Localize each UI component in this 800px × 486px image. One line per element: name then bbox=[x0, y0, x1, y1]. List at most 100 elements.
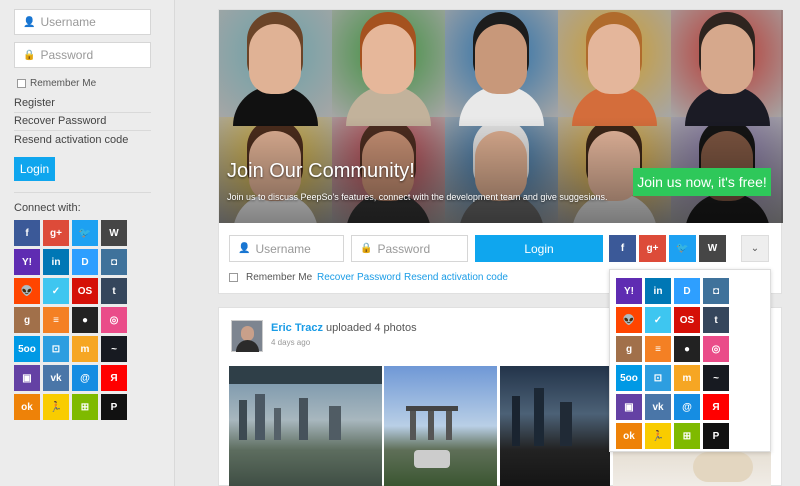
steam-icon: ~ bbox=[713, 372, 719, 384]
dropdown-foursquare-button[interactable]: ⊡ bbox=[645, 365, 671, 391]
dropdown-odnoklassniki-button[interactable]: ok bbox=[616, 423, 642, 449]
post-author-link[interactable]: Eric Tracz bbox=[271, 322, 323, 334]
sidebar-twitch-button[interactable]: ▣ bbox=[14, 365, 40, 391]
lock-icon: 🔒 bbox=[360, 243, 373, 254]
sidebar-github-button[interactable]: ● bbox=[72, 307, 98, 333]
sidebar-instagram-button[interactable]: ◘ bbox=[101, 249, 127, 275]
dropdown-runkeeper-button[interactable]: 🏃 bbox=[645, 423, 671, 449]
twitch-icon: ▣ bbox=[22, 372, 32, 384]
avatar[interactable] bbox=[231, 320, 263, 352]
dropdown-goodreads-button[interactable]: g bbox=[616, 336, 642, 362]
dropdown-linkedin-button[interactable]: in bbox=[645, 278, 671, 304]
sidebar-tumblr-button[interactable]: t bbox=[101, 278, 127, 304]
vk-icon: vk bbox=[652, 401, 664, 413]
post-photo-2[interactable] bbox=[384, 366, 497, 486]
dropdown-twitch-button[interactable]: ▣ bbox=[616, 394, 642, 420]
hero-portrait-tile bbox=[671, 10, 783, 126]
dropdown-yahoo-button[interactable]: Y! bbox=[616, 278, 642, 304]
steam-icon: ~ bbox=[111, 343, 117, 355]
sidebar-500px-button[interactable]: 5oo bbox=[14, 336, 40, 362]
bar-wordpress-button[interactable]: W bbox=[699, 235, 726, 262]
stackoverflow-icon: ≡ bbox=[655, 343, 661, 355]
dropdown-lastfm-button[interactable]: OS bbox=[674, 307, 700, 333]
sidebar-windows-button[interactable]: ⊞ bbox=[72, 394, 98, 420]
dropdown-steam-button[interactable]: ~ bbox=[703, 365, 729, 391]
sidebar-reddit-button[interactable]: 👽 bbox=[14, 278, 40, 304]
sidebar-linkedin-button[interactable]: in bbox=[43, 249, 69, 275]
dropdown-meetup-button[interactable]: m bbox=[674, 365, 700, 391]
dribbble-icon: ◎ bbox=[109, 314, 119, 326]
main-remember-checkbox[interactable] bbox=[229, 273, 238, 282]
main-login-button[interactable]: Login bbox=[475, 235, 603, 262]
sidebar-lastfm-button[interactable]: OS bbox=[72, 278, 98, 304]
resend-activation-link[interactable]: Resend activation code bbox=[14, 134, 151, 149]
dropdown-windows-button[interactable]: ⊞ bbox=[674, 423, 700, 449]
yahoo-icon: Y! bbox=[624, 285, 634, 297]
sidebar-login-button[interactable]: Login bbox=[14, 157, 55, 181]
more-social-button[interactable]: ⌄ bbox=[741, 235, 769, 262]
sidebar-dribbble-button[interactable]: ◎ bbox=[101, 307, 127, 333]
sidebar-facebook-button[interactable]: f bbox=[14, 220, 40, 246]
sidebar-googleplus-button[interactable]: g+ bbox=[43, 220, 69, 246]
dropdown-tumblr-button[interactable]: t bbox=[703, 307, 729, 333]
yandex-icon: Я bbox=[110, 372, 118, 384]
sidebar-runkeeper-button[interactable]: 🏃 bbox=[43, 394, 69, 420]
main-username-input[interactable]: 👤 Username bbox=[229, 235, 344, 262]
dropdown-paypal-button[interactable]: P bbox=[703, 423, 729, 449]
post-photo-3[interactable] bbox=[500, 366, 610, 486]
dropdown-dribbble-button[interactable]: ◎ bbox=[703, 336, 729, 362]
main-resend-activation-link[interactable]: Resend activation code bbox=[404, 272, 508, 283]
password-placeholder: Password bbox=[40, 48, 94, 62]
sidebar-username-input[interactable]: 👤 Username bbox=[14, 9, 151, 35]
sidebar-meetup-button[interactable]: m bbox=[72, 336, 98, 362]
sidebar-wordpress-button[interactable]: W bbox=[101, 220, 127, 246]
post-timestamp[interactable]: 4 days ago bbox=[271, 338, 310, 347]
sidebar-odnoklassniki-button[interactable]: ok bbox=[14, 394, 40, 420]
lock-icon: 🔒 bbox=[23, 49, 36, 61]
sidebar-steam-button[interactable]: ~ bbox=[101, 336, 127, 362]
sidebar-goodreads-button[interactable]: g bbox=[14, 307, 40, 333]
sidebar-paypal-button[interactable]: P bbox=[101, 394, 127, 420]
hero-portrait-tile bbox=[332, 10, 445, 126]
dropdown-500px-button[interactable]: 5oo bbox=[616, 365, 642, 391]
sidebar-yandex-button[interactable]: Я bbox=[101, 365, 127, 391]
recover-password-link[interactable]: Recover Password bbox=[14, 115, 151, 131]
register-link[interactable]: Register bbox=[14, 97, 151, 113]
dropdown-delicious-button[interactable]: ✓ bbox=[645, 307, 671, 333]
post-photo-1[interactable] bbox=[229, 366, 382, 486]
sidebar-social-grid: f g+ 🐦 W Y! in D ◘ 👽 ✓ OS t g ≡ ● ◎ 5oo ⊡ m ~ ▣ vk @ Яok 🏃 ⊞ P bbox=[14, 220, 127, 420]
sidebar-password-input[interactable]: 🔒 Password bbox=[14, 42, 151, 68]
dropdown-instagram-button[interactable]: ◘ bbox=[703, 278, 729, 304]
github-icon: ● bbox=[81, 314, 89, 326]
sidebar-disqus-button[interactable]: D bbox=[72, 249, 98, 275]
main-password-input[interactable]: 🔒 Password bbox=[351, 235, 468, 262]
post-header: Eric Tracz uploaded 4 photos bbox=[271, 322, 417, 334]
bar-facebook-button[interactable]: f bbox=[609, 235, 636, 262]
dropdown-vk-button[interactable]: vk bbox=[645, 394, 671, 420]
sidebar-stackoverflow-button[interactable]: ≡ bbox=[43, 307, 69, 333]
sidebar-delicious-button[interactable]: ✓ bbox=[43, 278, 69, 304]
sidebar-mailru-button[interactable]: @ bbox=[72, 365, 98, 391]
dropdown-github-button[interactable]: ● bbox=[674, 336, 700, 362]
main-recover-password-link[interactable]: Recover Password bbox=[317, 272, 401, 283]
sidebar-yahoo-button[interactable]: Y! bbox=[14, 249, 40, 275]
bar-googleplus-button[interactable]: g+ bbox=[639, 235, 666, 262]
chevron-down-icon: ⌄ bbox=[750, 243, 760, 254]
dribbble-icon: ◎ bbox=[711, 343, 721, 355]
facebook-icon: f bbox=[25, 227, 29, 239]
hero-portrait-tile bbox=[558, 10, 671, 126]
post-action-text: uploaded 4 photos bbox=[326, 322, 417, 334]
join-now-button[interactable]: Join us now, it's free! bbox=[633, 168, 771, 196]
dropdown-mailru-button[interactable]: @ bbox=[674, 394, 700, 420]
community-panel: Join Our Community! Join us to discuss P… bbox=[218, 9, 783, 294]
sidebar-twitter-button[interactable]: 🐦 bbox=[72, 220, 98, 246]
dropdown-disqus-button[interactable]: D bbox=[674, 278, 700, 304]
sidebar-foursquare-button[interactable]: ⊡ bbox=[43, 336, 69, 362]
dropdown-yandex-button[interactable]: Я bbox=[703, 394, 729, 420]
bar-twitter-button[interactable]: 🐦 bbox=[669, 235, 696, 262]
dropdown-stackoverflow-button[interactable]: ≡ bbox=[645, 336, 671, 362]
hero-title: Join Our Community! bbox=[227, 160, 415, 182]
sidebar-remember-checkbox[interactable] bbox=[17, 79, 26, 88]
sidebar-vk-button[interactable]: vk bbox=[43, 365, 69, 391]
dropdown-reddit-button[interactable]: 👽 bbox=[616, 307, 642, 333]
